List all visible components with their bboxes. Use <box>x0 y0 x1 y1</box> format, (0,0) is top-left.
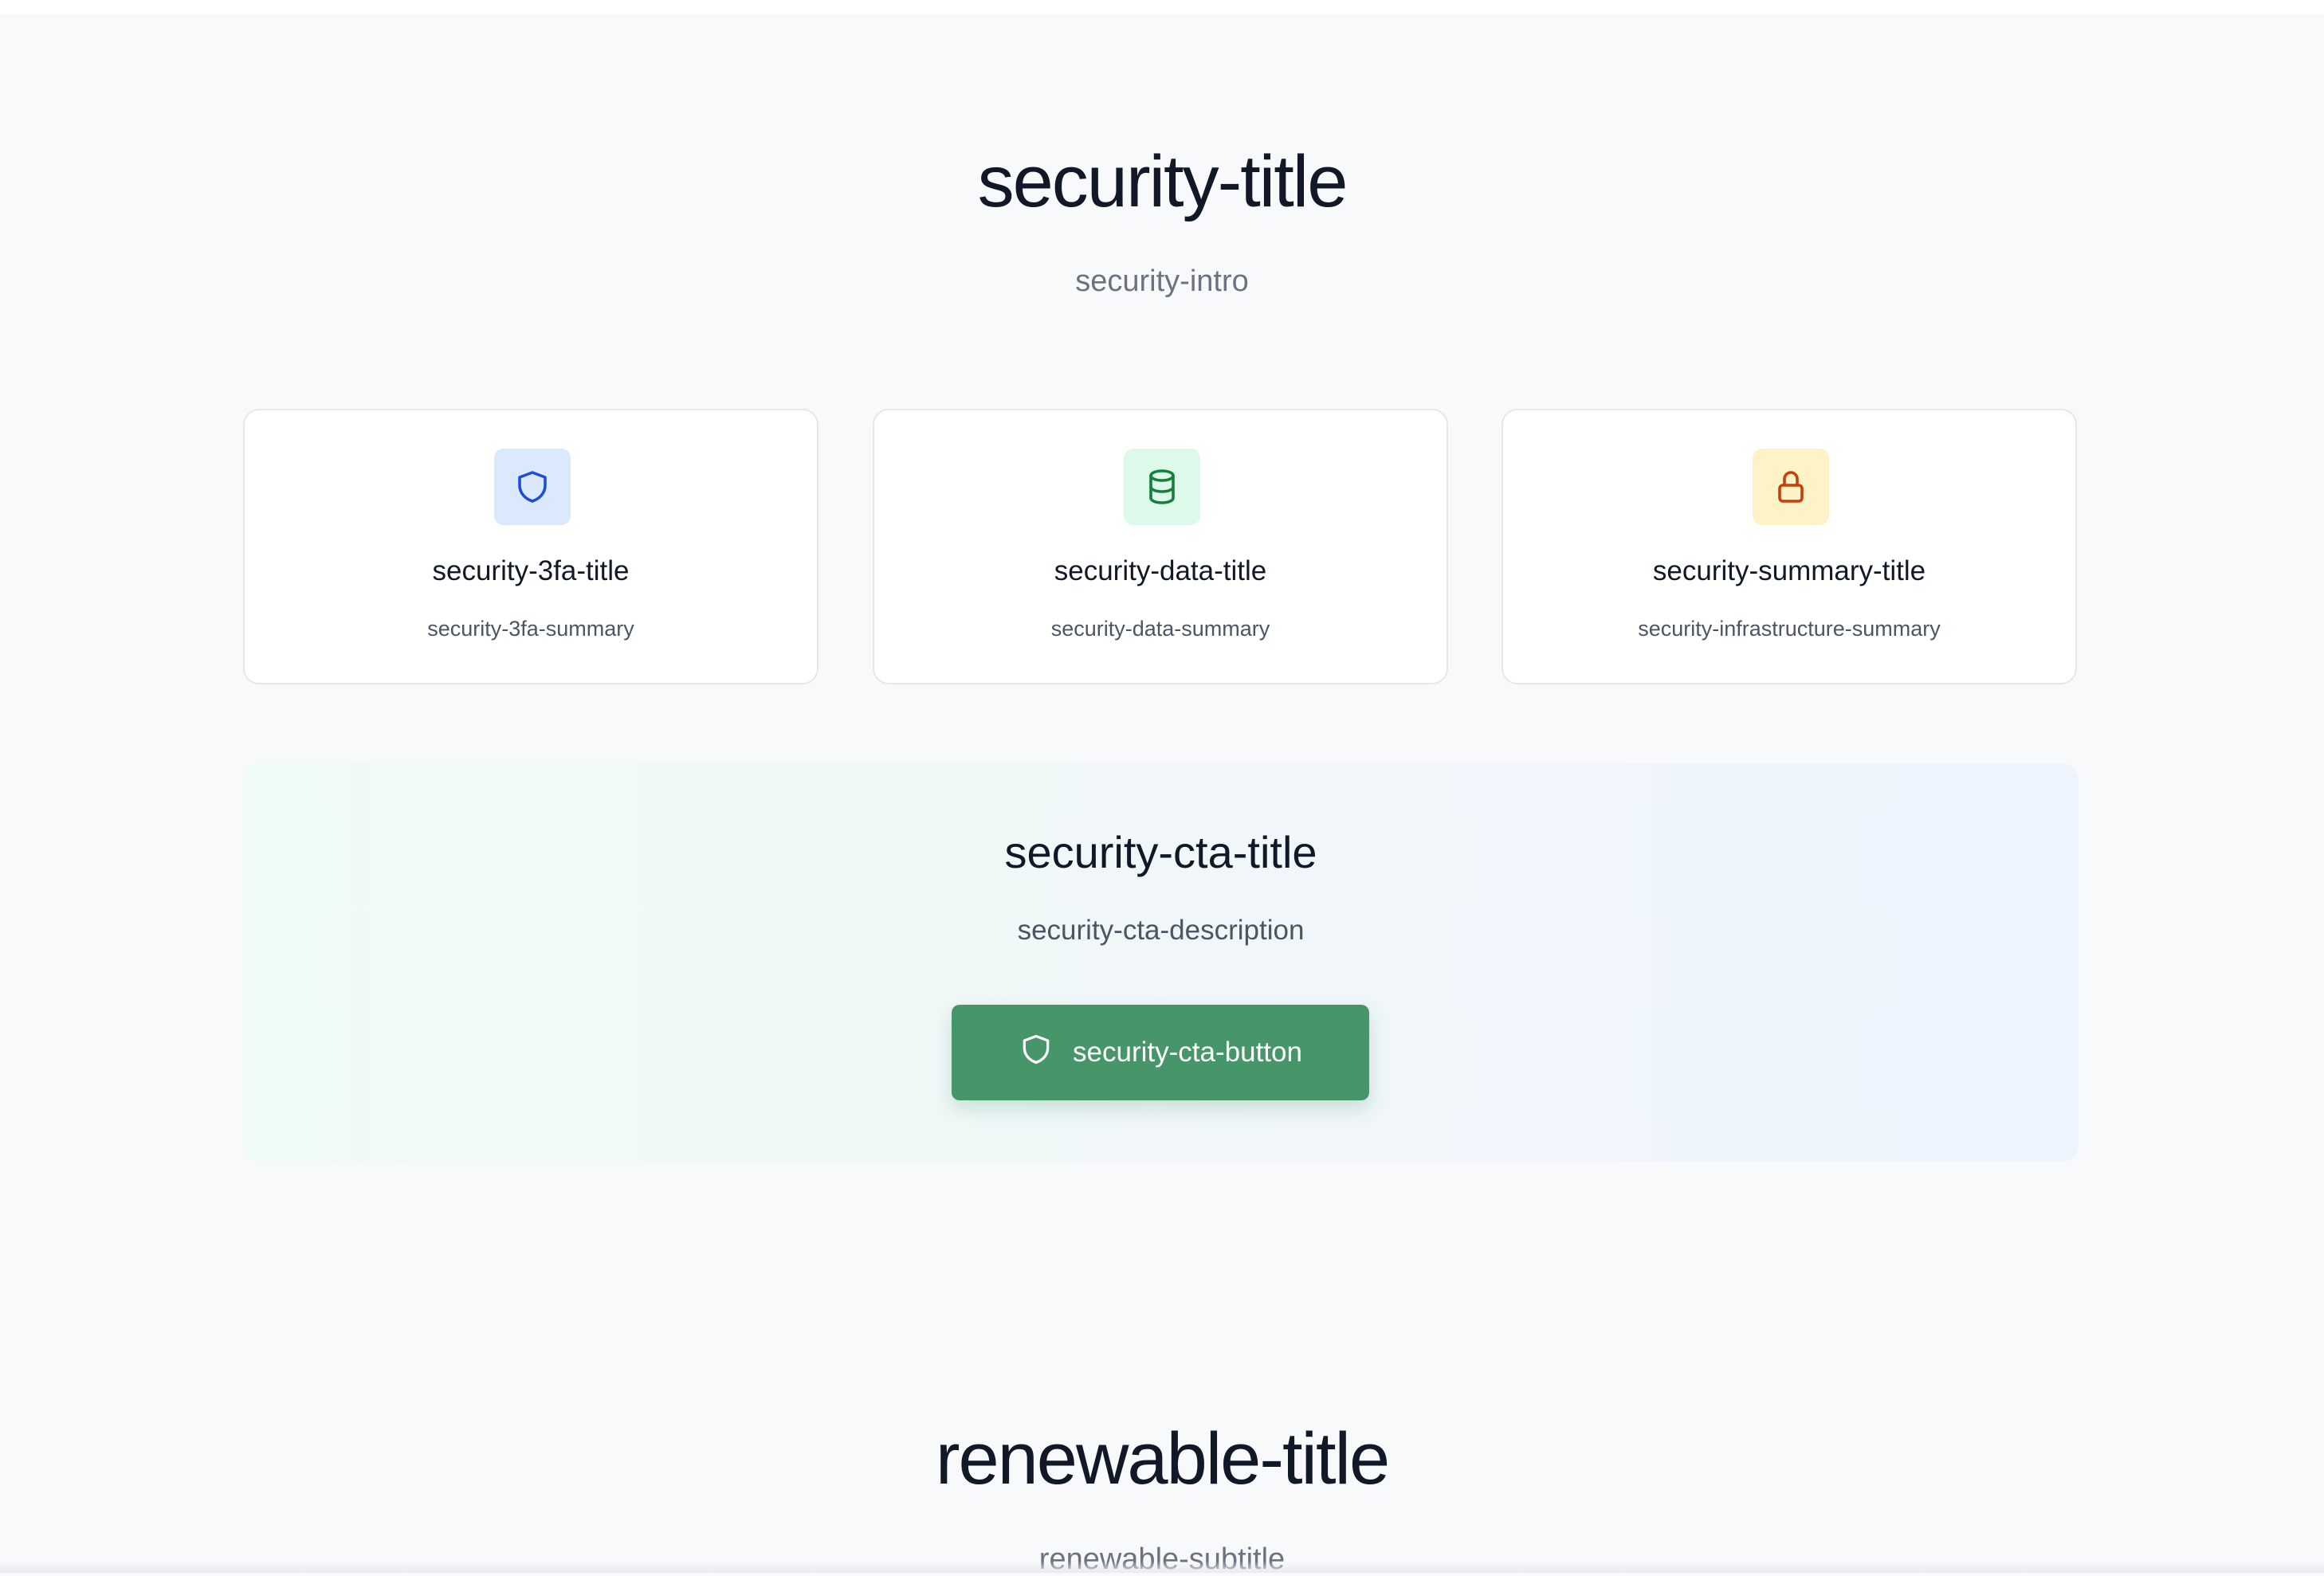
bottom-fade <box>0 1561 2324 1573</box>
renewable-title: renewable-title <box>935 1418 1390 1500</box>
shield-icon <box>494 449 571 525</box>
security-card-data: security-data-title security-data-summar… <box>873 409 1448 684</box>
security-cta-button-label: security-cta-button <box>1073 1037 1302 1068</box>
security-cta-description: security-cta-description <box>1017 915 1305 946</box>
security-intro: security-intro <box>1075 265 1249 298</box>
security-cta-panel: security-cta-title security-cta-descript… <box>243 763 2079 1162</box>
security-card-summary: security-infrastructure-summary <box>1638 617 1941 641</box>
security-card-title: security-data-title <box>1054 555 1267 586</box>
lock-icon <box>1753 449 1829 525</box>
security-card-infrastructure: security-summary-title security-infrastr… <box>1502 409 2077 684</box>
database-icon <box>1124 449 1200 525</box>
security-cta-button[interactable]: security-cta-button <box>952 1005 1369 1100</box>
security-card-summary: security-data-summary <box>1050 617 1270 641</box>
security-card-3fa: security-3fa-title security-3fa-summary <box>243 409 819 684</box>
security-card-title: security-3fa-title <box>432 555 630 586</box>
top-strip <box>0 0 2324 14</box>
security-card-summary: security-3fa-summary <box>427 617 634 641</box>
shield-icon <box>1019 1032 1054 1074</box>
security-title: security-title <box>977 141 1348 222</box>
security-cta-title: security-cta-title <box>1004 827 1317 877</box>
security-card-title: security-summary-title <box>1652 555 1926 586</box>
